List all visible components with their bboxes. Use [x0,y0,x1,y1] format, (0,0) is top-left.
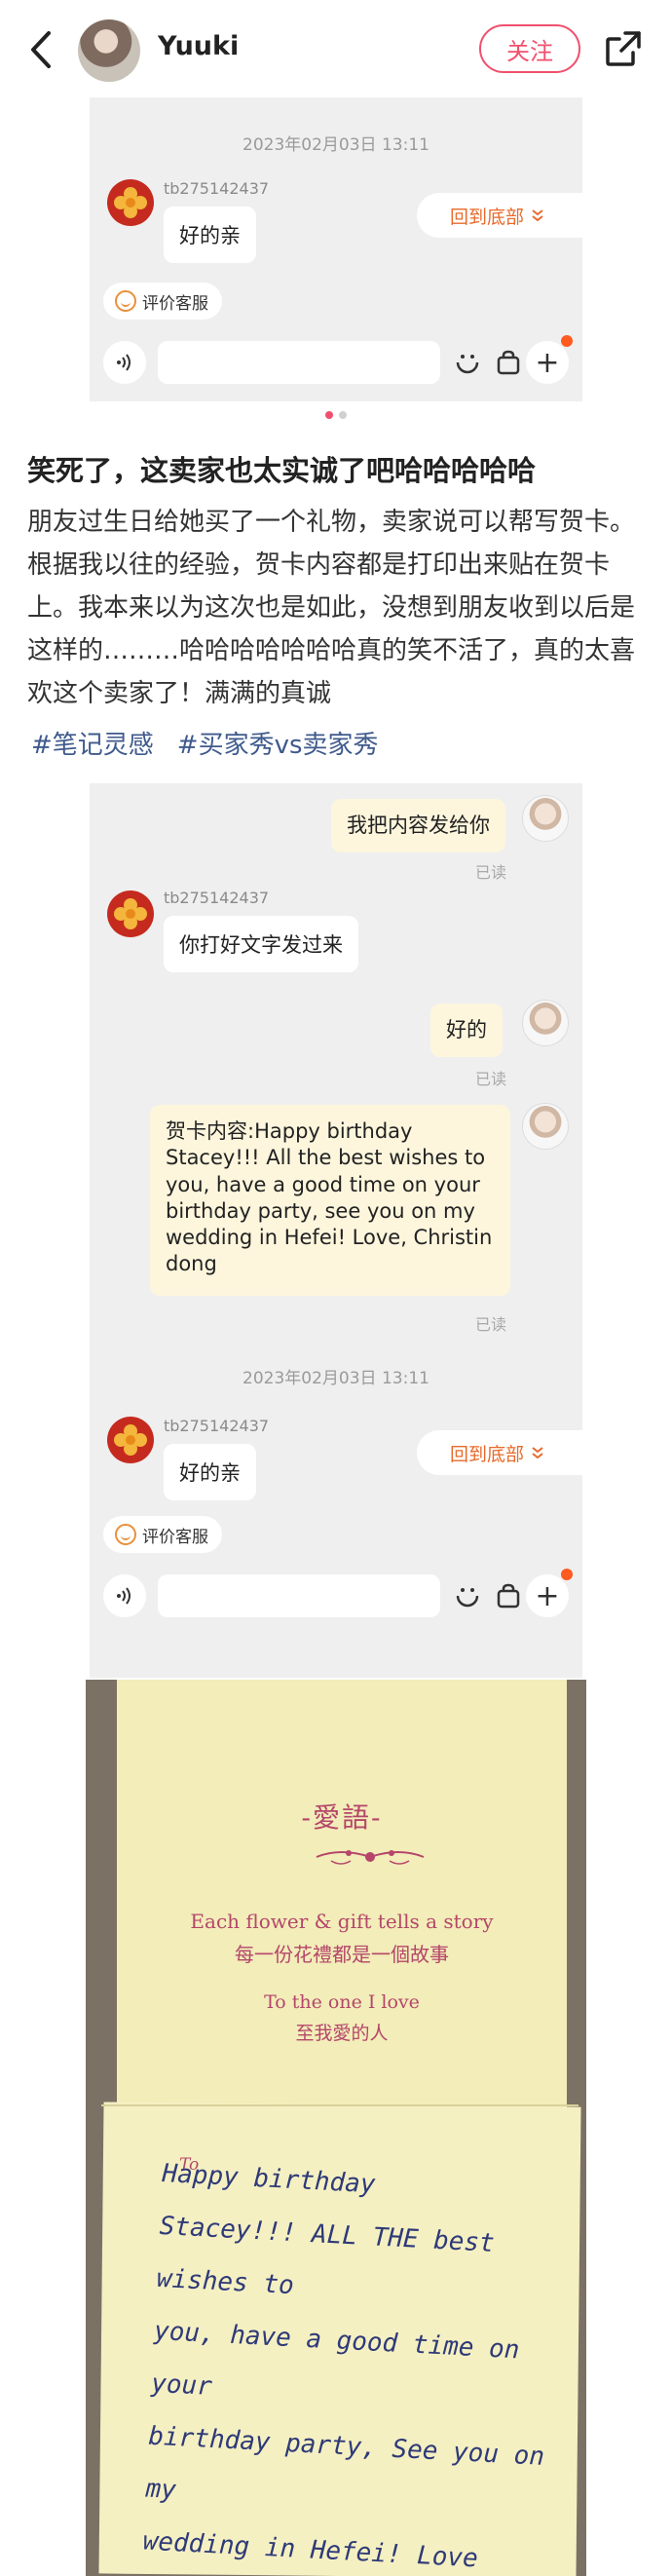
voice-icon[interactable] [103,341,146,384]
floral-ornament-icon [316,1850,425,1865]
shop-name: tb275142437 [164,1417,270,1435]
rate-service-button[interactable]: 评价客服 [103,1516,222,1553]
rate-service-label: 评价客服 [142,293,208,314]
share-icon[interactable] [604,29,643,68]
greeting-card-photo: -愛語- Each flower & gift tells a story 每一… [86,1680,586,2576]
card-line: 每一份花禮都是一個故事 [235,1943,449,1966]
post-body: 朋友过生日给她买了一个礼物，卖家说可以帮写贺卡。根据我以往的经验，贺卡内容都是打… [27,508,636,708]
tag-link[interactable]: #买家秀vs卖家秀 [177,725,379,761]
notification-dot [561,335,573,347]
chat-screenshot-2: 我把内容发给你 已读 tb275142437 你打好文字发过来 好的 已读 贺卡… [90,783,582,1678]
plus-icon[interactable]: + [526,341,569,384]
user-avatar [522,1000,569,1046]
chat-input-bar: + [90,335,582,390]
card-line: To the one I love [264,1991,420,2013]
message-bubble-sent: 贺卡内容:Happy birthday Stacey!!! All the be… [150,1105,510,1296]
message-bubble: 好的亲 [164,207,256,263]
emoji-icon[interactable] [446,1574,489,1617]
shop-avatar-icon [107,179,154,226]
card-title: -愛語- [301,1801,383,1834]
user-avatar [522,795,569,842]
scroll-to-bottom-button[interactable]: 回到底部 [417,193,582,238]
smile-icon [115,290,136,312]
message-bubble: 你打好文字发过来 [164,916,358,972]
back-arrow-icon[interactable] [25,29,56,70]
card-front-panel: -愛語- Each flower & gift tells a story 每一… [117,1680,567,2108]
double-chevron-down-icon [532,1447,543,1459]
scroll-to-bottom-button[interactable]: 回到底部 [417,1430,582,1475]
carousel-indicator [0,411,672,419]
card-fold-line [101,2104,579,2106]
shopping-bag-icon[interactable] [487,1574,530,1617]
chat-input-bar: + [90,1569,582,1623]
shopping-bag-icon[interactable] [487,341,530,384]
post-title: 笑死了，这卖家也太实诚了吧哈哈哈哈哈 [27,454,537,487]
voice-icon[interactable] [103,1574,146,1617]
author-avatar[interactable] [78,19,140,82]
rate-service-label: 评价客服 [142,1527,208,1547]
message-bubble-sent: 我把内容发给你 [331,799,505,853]
carousel-dot[interactable] [339,411,347,419]
post-tags: #笔记灵感 #买家秀vs卖家秀 [31,725,379,761]
message-bubble-sent: 好的 [430,1004,503,1058]
carousel-dot-active[interactable] [325,411,333,419]
tag-link[interactable]: #笔记灵感 [31,725,154,761]
scroll-to-bottom-label: 回到底部 [450,206,525,228]
shop-name: tb275142437 [164,889,270,907]
handwritten-message: Happy birthday Stacey!!! ALL THE best wi… [142,2158,545,2574]
plus-icon[interactable]: + [526,1574,569,1617]
emoji-icon[interactable] [446,341,489,384]
follow-button[interactable]: 关注 [479,24,580,73]
message-input[interactable] [158,1574,440,1617]
double-chevron-down-icon [532,209,543,222]
card-line: 至我愛的人 [295,2023,389,2044]
message-input[interactable] [158,341,440,384]
read-status: 已读 [475,1315,507,1334]
chat-timestamp: 2023年02月03日 13:11 [243,135,429,155]
top-bar: Yuuki 关注 [0,0,672,97]
read-status: 已读 [475,1070,507,1088]
smile-icon [115,1524,136,1545]
card-line: Each flower & gift tells a story [190,1910,494,1933]
notification-dot [561,1569,573,1580]
chat-timestamp: 2023年02月03日 13:11 [243,1369,429,1388]
rate-service-button[interactable]: 评价客服 [103,283,222,320]
read-status: 已读 [475,863,507,882]
user-avatar [522,1103,569,1150]
scroll-to-bottom-label: 回到底部 [450,1443,525,1465]
shop-avatar-icon [107,1417,154,1463]
author-name[interactable]: Yuuki [158,31,239,61]
shop-avatar-icon [107,890,154,937]
shop-name: tb275142437 [164,179,270,198]
chat-screenshot-1: 2023年02月03日 13:11 tb275142437 好的亲 回到底部 评… [90,97,582,401]
message-bubble: 好的亲 [164,1444,256,1500]
